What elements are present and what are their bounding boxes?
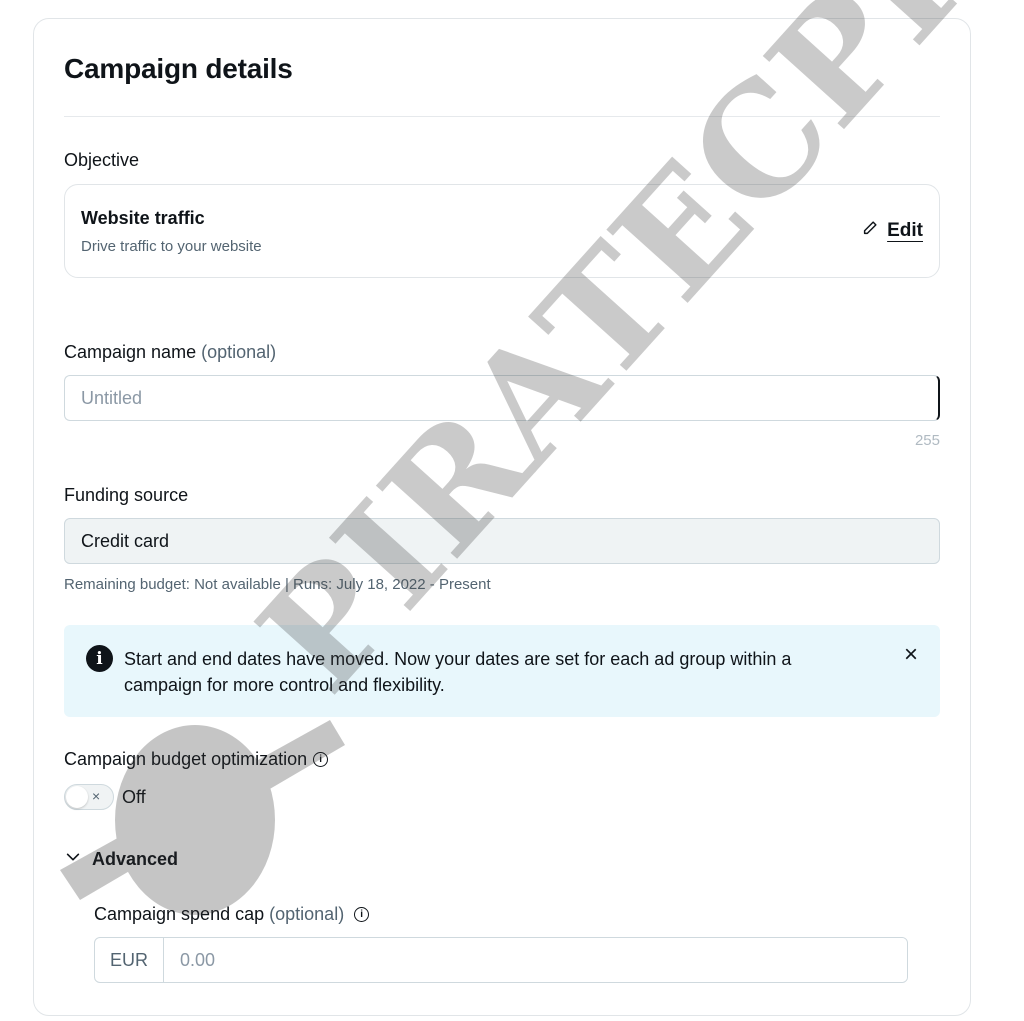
edit-objective-button[interactable]: Edit xyxy=(861,219,923,242)
info-banner: i Start and end dates have moved. Now yo… xyxy=(64,625,940,717)
advanced-toggle[interactable]: Advanced xyxy=(64,848,178,871)
chevron-down-icon xyxy=(64,848,82,871)
campaign-name-label: Campaign name (optional) xyxy=(64,342,276,363)
objective-card: Website traffic Drive traffic to your we… xyxy=(64,184,940,278)
objective-subtitle: Drive traffic to your website xyxy=(81,238,262,255)
toggle-knob xyxy=(66,786,88,808)
info-icon: i xyxy=(86,645,113,672)
page-title: Campaign details xyxy=(64,53,293,84)
campaign-details-card: Campaign details Objective Website traff… xyxy=(33,18,971,1016)
budget-optimization-label-text: Campaign budget optimization xyxy=(64,749,308,769)
info-banner-text: Start and end dates have moved. Now your… xyxy=(124,649,792,695)
funding-meta: Remaining budget: Not available | Runs: … xyxy=(64,576,491,593)
advanced-label: Advanced xyxy=(92,849,179,869)
spend-cap-input-group: EUR xyxy=(94,937,908,983)
campaign-name-label-text: Campaign name xyxy=(64,342,197,362)
edit-label: Edit xyxy=(887,219,923,241)
budget-optimization-toggle-row: × Off xyxy=(64,784,146,810)
toggle-off-icon: × xyxy=(92,788,101,804)
spend-cap-optional-hint: (optional) xyxy=(269,904,345,924)
currency-prefix: EUR xyxy=(95,938,164,982)
info-tooltip-icon[interactable]: i xyxy=(313,752,329,767)
objective-label: Objective xyxy=(64,150,140,170)
funding-source-label: Funding source xyxy=(64,485,189,505)
budget-optimization-toggle[interactable]: × xyxy=(64,784,114,810)
objective-title: Website traffic xyxy=(81,208,205,228)
info-tooltip-icon[interactable]: i xyxy=(354,907,370,922)
budget-optimization-label: Campaign budget optimization i xyxy=(64,749,329,770)
toggle-state-label: Off xyxy=(122,786,146,807)
funding-source-select[interactable]: Credit card xyxy=(64,518,940,564)
close-icon[interactable]: × xyxy=(904,641,918,669)
spend-cap-label: Campaign spend cap (optional) i xyxy=(94,904,370,925)
optional-hint: (optional) xyxy=(201,342,277,362)
pencil-icon xyxy=(861,219,879,242)
title-divider xyxy=(64,116,940,117)
spend-cap-input[interactable] xyxy=(164,938,907,982)
campaign-name-input[interactable] xyxy=(64,375,940,421)
char-count: 255 xyxy=(914,432,940,449)
spend-cap-label-text: Campaign spend cap xyxy=(94,904,265,924)
